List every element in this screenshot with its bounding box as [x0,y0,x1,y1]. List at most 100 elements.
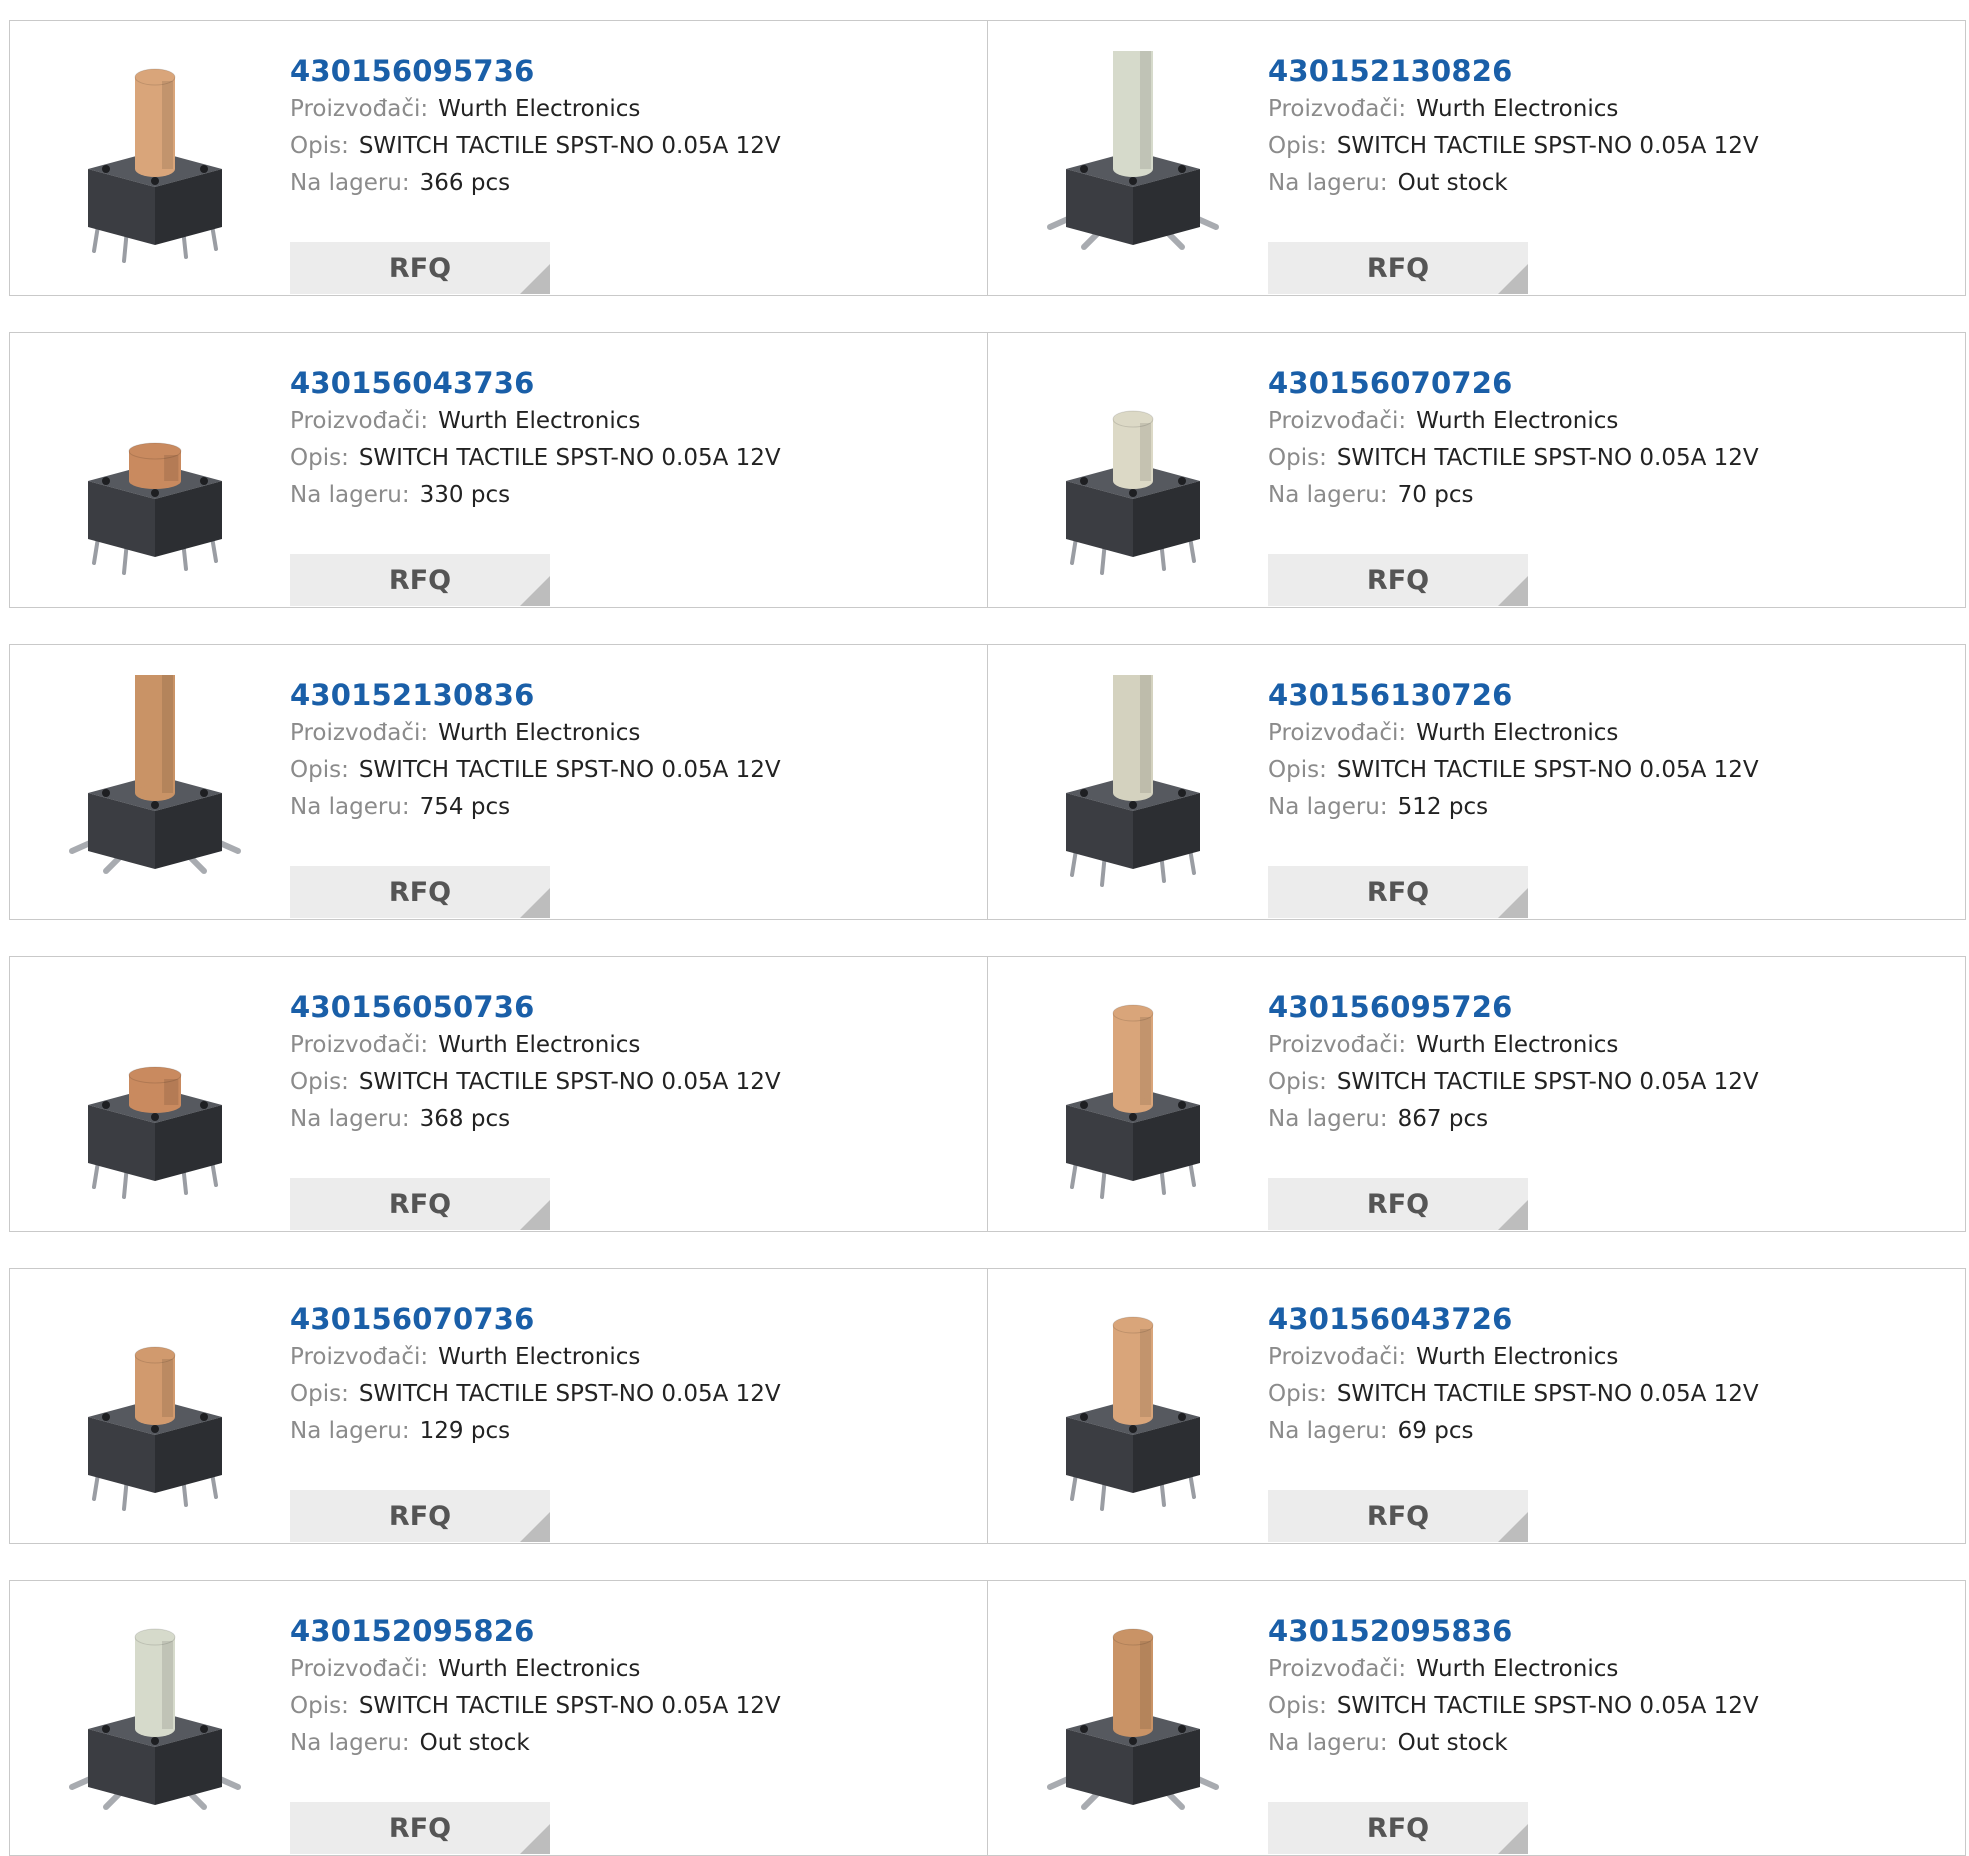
manufacturer-label: Proizvođači: [290,96,429,122]
rfq-button[interactable]: RFQ [1268,1490,1528,1542]
rfq-button[interactable]: RFQ [1268,554,1528,606]
product-info: 430156095726 Proizvođači: Wurth Electroni… [1268,987,1948,1230]
stock-row: Na lageru: 129 pcs [290,1413,970,1450]
product-grid: 430156095736 Proizvođači: Wurth Electroni… [0,0,1969,1856]
manufacturer-value: Wurth Electronics [1416,1656,1619,1682]
manufacturer-row: Proizvođači: Wurth Electronics [290,715,970,752]
manufacturer-label: Proizvođači: [1268,1656,1407,1682]
manufacturer-row: Proizvođači: Wurth Electronics [1268,91,1948,128]
product-info: 430156130726 Proizvođači: Wurth Electroni… [1268,675,1948,918]
stock-row: Na lageru: 512 pcs [1268,789,1948,826]
rfq-button[interactable]: RFQ [1268,1802,1528,1854]
product-info: 430152095826 Proizvođači: Wurth Electroni… [290,1611,970,1854]
product-card: 430152130836 Proizvođači: Wurth Electroni… [9,644,988,920]
product-image[interactable] [1028,987,1238,1202]
stock-value: 512 pcs [1397,794,1489,820]
rfq-button[interactable]: RFQ [1268,242,1528,294]
product-image[interactable] [1028,1611,1238,1826]
stock-label: Na lageru: [1268,170,1388,196]
description-label: Opis: [1268,757,1327,783]
product-info: 430152130826 Proizvođači: Wurth Electroni… [1268,51,1948,294]
rfq-button[interactable]: RFQ [290,554,550,606]
description-row: Opis: SWITCH TACTILE SPST-NO 0.05A 12V [290,752,970,789]
manufacturer-label: Proizvođači: [1268,720,1407,746]
part-number-link[interactable]: 430152095826 [290,1611,970,1651]
description-row: Opis: SWITCH TACTILE SPST-NO 0.05A 12V [1268,1064,1948,1101]
product-image[interactable] [50,363,260,578]
part-number-link[interactable]: 430156050736 [290,987,970,1027]
corner-triangle-icon [520,1200,550,1230]
tactile-switch-icon [1066,1316,1200,1511]
part-number-link[interactable]: 430156070736 [290,1299,970,1339]
manufacturer-value: Wurth Electronics [438,408,641,434]
rfq-button[interactable]: RFQ [290,1802,550,1854]
product-card: 430156070736 Proizvođači: Wurth Electroni… [9,1268,988,1544]
description-value: SWITCH TACTILE SPST-NO 0.05A 12V [1336,1069,1759,1095]
rfq-button[interactable]: RFQ [290,1178,550,1230]
rfq-button-label: RFQ [1366,1188,1430,1220]
product-card: 430152095826 Proizvođači: Wurth Electroni… [9,1580,988,1856]
product-info: 430156043726 Proizvođači: Wurth Electroni… [1268,1299,1948,1542]
product-image[interactable] [1028,675,1238,890]
product-image[interactable] [1028,363,1238,578]
manufacturer-row: Proizvođači: Wurth Electronics [1268,403,1948,440]
rfq-button[interactable]: RFQ [290,866,550,918]
stock-label: Na lageru: [290,1730,410,1756]
product-info: 430156095736 Proizvođači: Wurth Electroni… [290,51,970,294]
part-number-link[interactable]: 430156043726 [1268,1299,1948,1339]
tactile-switch-icon [1066,1004,1200,1199]
part-number-link[interactable]: 430156095726 [1268,987,1948,1027]
rfq-button[interactable]: RFQ [1268,866,1528,918]
part-number-link[interactable]: 430156070726 [1268,363,1948,403]
part-number-link[interactable]: 430152130826 [1268,51,1948,91]
product-image[interactable] [50,51,260,266]
stock-label: Na lageru: [1268,1418,1388,1444]
rfq-button[interactable]: RFQ [290,1490,550,1542]
product-info: 430156050736 Proizvođači: Wurth Electroni… [290,987,970,1230]
product-info: 430156043736 Proizvođači: Wurth Electroni… [290,363,970,606]
part-number-link[interactable]: 430152130836 [290,675,970,715]
manufacturer-value: Wurth Electronics [438,96,641,122]
part-number-link[interactable]: 430156043736 [290,363,970,403]
description-label: Opis: [1268,445,1327,471]
description-value: SWITCH TACTILE SPST-NO 0.05A 12V [358,445,781,471]
stock-row: Na lageru: Out stock [290,1725,970,1762]
manufacturer-value: Wurth Electronics [438,1656,641,1682]
product-image[interactable] [50,987,260,1202]
product-image[interactable] [50,675,260,890]
description-value: SWITCH TACTILE SPST-NO 0.05A 12V [1336,445,1759,471]
rfq-button[interactable]: RFQ [1268,1178,1528,1230]
corner-triangle-icon [1498,1512,1528,1542]
stock-value: Out stock [1397,170,1508,196]
product-card: 430156050736 Proizvođači: Wurth Electroni… [9,956,988,1232]
product-image[interactable] [50,1299,260,1514]
rfq-button-label: RFQ [388,876,452,908]
tactile-switch-icon [1066,675,1200,887]
description-value: SWITCH TACTILE SPST-NO 0.05A 12V [358,1693,781,1719]
rfq-button[interactable]: RFQ [290,242,550,294]
manufacturer-row: Proizvođači: Wurth Electronics [1268,1027,1948,1064]
part-number-link[interactable]: 430156130726 [1268,675,1948,715]
rfq-button-label: RFQ [1366,252,1430,284]
description-label: Opis: [290,133,349,159]
product-card: 430156043736 Proizvođači: Wurth Electroni… [9,332,988,608]
rfq-button-label: RFQ [1366,564,1430,596]
stock-row: Na lageru: 754 pcs [290,789,970,826]
tactile-switch-icon [1047,51,1219,250]
part-number-link[interactable]: 430152095836 [1268,1611,1948,1651]
manufacturer-label: Proizvođači: [290,720,429,746]
product-image[interactable] [50,1611,260,1826]
product-card: 430156095736 Proizvođači: Wurth Electroni… [9,20,988,296]
manufacturer-value: Wurth Electronics [1416,1032,1619,1058]
product-info: 430156070726 Proizvođači: Wurth Electroni… [1268,363,1948,606]
product-info: 430152095836 Proizvođači: Wurth Electroni… [1268,1611,1948,1854]
corner-triangle-icon [1498,576,1528,606]
description-value: SWITCH TACTILE SPST-NO 0.05A 12V [358,1381,781,1407]
part-number-link[interactable]: 430156095736 [290,51,970,91]
product-image[interactable] [1028,51,1238,266]
product-card: 430152130826 Proizvođači: Wurth Electroni… [987,20,1966,296]
product-image[interactable] [1028,1299,1238,1514]
manufacturer-row: Proizvođači: Wurth Electronics [290,1027,970,1064]
product-info: 430156070736 Proizvođači: Wurth Electroni… [290,1299,970,1542]
manufacturer-label: Proizvođači: [1268,96,1407,122]
